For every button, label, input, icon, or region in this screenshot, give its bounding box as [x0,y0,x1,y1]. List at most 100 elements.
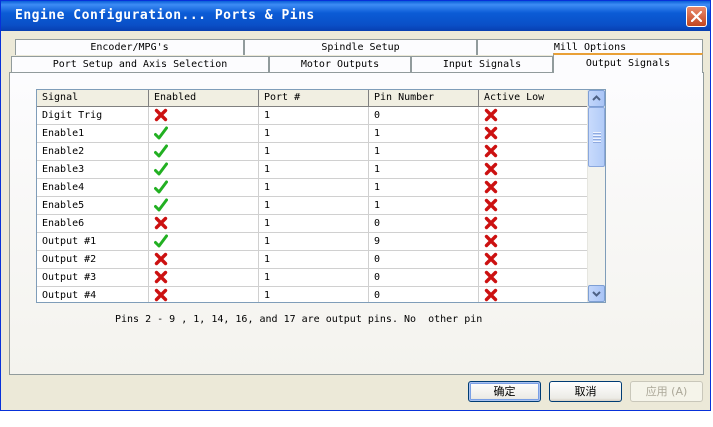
cell-enabled[interactable] [149,107,259,125]
cell-pin-number[interactable]: 0 [369,269,479,287]
cancel-button[interactable]: 取消 [549,381,622,402]
green-check-icon[interactable] [154,234,168,248]
cell-active-low[interactable] [479,269,589,287]
cell-active-low[interactable] [479,179,589,197]
scroll-up-button[interactable] [588,90,605,107]
cell-port[interactable]: 1 [259,143,369,161]
red-x-icon[interactable] [154,108,168,122]
tab-encoder-mpg[interactable]: Encoder/MPG's [15,39,244,55]
cell-active-low[interactable] [479,161,589,179]
table-row[interactable]: Enable3 1 1 [37,161,589,179]
cell-signal[interactable]: Enable2 [37,143,149,161]
red-x-icon[interactable] [484,288,498,302]
close-button[interactable] [686,6,707,27]
cell-signal[interactable]: Enable1 [37,125,149,143]
cell-enabled[interactable] [149,143,259,161]
cell-pin-number[interactable]: 0 [369,287,479,302]
cell-active-low[interactable] [479,251,589,269]
table-row[interactable]: Output #4 1 0 [37,287,589,302]
table-row[interactable]: Enable4 1 1 [37,179,589,197]
cell-port[interactable]: 1 [259,125,369,143]
red-x-icon[interactable] [484,162,498,176]
cell-port[interactable]: 1 [259,179,369,197]
cell-signal[interactable]: Output #2 [37,251,149,269]
red-x-icon[interactable] [484,180,498,194]
cell-port[interactable]: 1 [259,233,369,251]
table-row[interactable]: Enable2 1 1 [37,143,589,161]
cell-port[interactable]: 1 [259,107,369,125]
tab-spindle-setup[interactable]: Spindle Setup [244,39,477,55]
cell-signal[interactable]: Output #1 [37,233,149,251]
cell-active-low[interactable] [479,197,589,215]
cell-pin-number[interactable]: 1 [369,179,479,197]
scroll-thumb[interactable] [588,107,605,167]
tab-output-signals[interactable]: Output Signals [553,53,703,73]
table-row[interactable]: Enable1 1 1 [37,125,589,143]
cell-port[interactable]: 1 [259,251,369,269]
cell-enabled[interactable] [149,269,259,287]
cell-enabled[interactable] [149,215,259,233]
apply-button[interactable]: 应用 (A) [630,381,703,402]
cell-signal[interactable]: Enable4 [37,179,149,197]
red-x-icon[interactable] [484,252,498,266]
cell-pin-number[interactable]: 1 [369,197,479,215]
cell-enabled[interactable] [149,233,259,251]
red-x-icon[interactable] [484,108,498,122]
col-header-port[interactable]: Port # [259,90,369,107]
cell-pin-number[interactable]: 1 [369,143,479,161]
red-x-icon[interactable] [154,216,168,230]
red-x-icon[interactable] [484,198,498,212]
output-signals-grid[interactable]: Signal Enabled Port # Pin Number Active … [36,89,606,303]
red-x-icon[interactable] [484,144,498,158]
cell-port[interactable]: 1 [259,197,369,215]
cell-active-low[interactable] [479,233,589,251]
green-check-icon[interactable] [154,198,168,212]
scroll-down-button[interactable] [588,285,605,302]
cell-pin-number[interactable]: 1 [369,161,479,179]
vertical-scrollbar[interactable] [587,90,605,302]
cell-active-low[interactable] [479,107,589,125]
col-header-active-low[interactable]: Active Low [479,90,589,107]
green-check-icon[interactable] [154,180,168,194]
cell-port[interactable]: 1 [259,215,369,233]
red-x-icon[interactable] [484,216,498,230]
cell-enabled[interactable] [149,287,259,302]
title-bar[interactable]: Engine Configuration... Ports & Pins [1,1,710,31]
red-x-icon[interactable] [154,270,168,284]
cell-active-low[interactable] [479,287,589,302]
cell-enabled[interactable] [149,161,259,179]
cell-signal[interactable]: Output #3 [37,269,149,287]
col-header-signal[interactable]: Signal [37,90,149,107]
ok-button[interactable]: 确定 [468,381,541,402]
table-row[interactable]: Enable5 1 1 [37,197,589,215]
cell-signal[interactable]: Output #4 [37,287,149,302]
cell-signal[interactable]: Enable3 [37,161,149,179]
red-x-icon[interactable] [484,270,498,284]
col-header-enabled[interactable]: Enabled [149,90,259,107]
cell-active-low[interactable] [479,215,589,233]
red-x-icon[interactable] [484,234,498,248]
green-check-icon[interactable] [154,126,168,140]
cell-port[interactable]: 1 [259,287,369,302]
col-header-pin-number[interactable]: Pin Number [369,90,479,107]
table-row[interactable]: Output #3 1 0 [37,269,589,287]
table-row[interactable]: Digit Trig 1 0 [37,107,589,125]
cell-port[interactable]: 1 [259,269,369,287]
table-row[interactable]: Output #2 1 0 [37,251,589,269]
cell-enabled[interactable] [149,251,259,269]
cell-pin-number[interactable]: 0 [369,107,479,125]
green-check-icon[interactable] [154,144,168,158]
cell-active-low[interactable] [479,143,589,161]
red-x-icon[interactable] [154,252,168,266]
cell-port[interactable]: 1 [259,161,369,179]
cell-pin-number[interactable]: 0 [369,251,479,269]
cell-signal[interactable]: Enable5 [37,197,149,215]
cell-enabled[interactable] [149,197,259,215]
cell-pin-number[interactable]: 0 [369,215,479,233]
cell-signal[interactable]: Digit Trig [37,107,149,125]
red-x-icon[interactable] [154,288,168,302]
cell-active-low[interactable] [479,125,589,143]
cell-enabled[interactable] [149,125,259,143]
cell-signal[interactable]: Enable6 [37,215,149,233]
table-row[interactable]: Enable6 1 0 [37,215,589,233]
